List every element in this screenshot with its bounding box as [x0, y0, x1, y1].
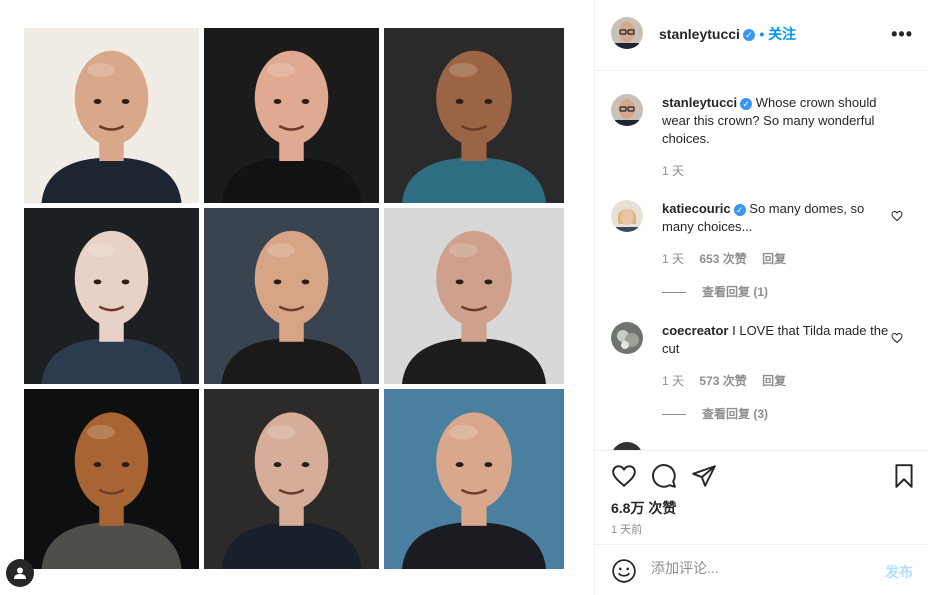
comment-body: katiecouric ✓ So many domes, so many choi…: [662, 200, 892, 236]
photo-ll-cool-j: [24, 389, 199, 569]
view-replies-button[interactable]: 查看回复 (3): [662, 405, 768, 422]
save-bookmark-icon[interactable]: [891, 463, 917, 489]
post-actions: 6.8万 次赞 1 天前: [595, 450, 928, 545]
comment-input[interactable]: [651, 560, 871, 576]
post-media[interactable]: [0, 0, 594, 595]
comment-likes[interactable]: 653 次赞: [699, 252, 746, 266]
author-line: stanleytucci ✓ • 关注: [659, 24, 796, 44]
avatar-image: [611, 200, 643, 232]
portrait-image: [24, 208, 199, 384]
author-username[interactable]: stanleytucci: [659, 26, 740, 42]
verified-badge-icon: ✓: [740, 97, 753, 110]
caption-meta: 1 天: [662, 162, 696, 179]
like-heart-icon[interactable]: [611, 463, 637, 489]
comment-avatar[interactable]: [611, 200, 643, 232]
portrait-image: [384, 389, 564, 569]
photo-jason-statham: [204, 208, 379, 384]
photo-patrick-stewart: [384, 208, 564, 384]
portrait-image: [24, 389, 199, 569]
view-replies-button[interactable]: 查看回复 (1): [662, 283, 768, 300]
comment-meta: 1 天 653 次赞 回复: [662, 250, 798, 267]
tagged-users-button[interactable]: [6, 559, 34, 587]
emoji-icon[interactable]: [611, 558, 637, 584]
comment-time[interactable]: 1 天: [662, 252, 684, 266]
add-comment-bar: 发布: [595, 544, 928, 595]
avatar-image: [611, 322, 643, 354]
caption-time[interactable]: 1 天: [662, 164, 684, 178]
post-header: stanleytucci ✓ • 关注 •••: [595, 0, 928, 71]
verified-badge-icon: ✓: [733, 203, 746, 216]
verified-badge-icon: ✓: [742, 28, 755, 41]
comment-avatar[interactable]: [611, 442, 643, 450]
post-side-panel: stanleytucci ✓ • 关注 ••• stanleytucci ✓ Who…: [594, 0, 928, 595]
share-paper-plane-icon[interactable]: [691, 463, 717, 489]
author-avatar[interactable]: [611, 17, 643, 49]
photo-grid: [24, 28, 564, 569]
divider-line: [662, 414, 686, 416]
portrait-image: [204, 389, 379, 569]
avatar-image: [611, 94, 643, 126]
comment-body: coecreator I LOVE that Tilda made the cu…: [662, 322, 892, 358]
post-date[interactable]: 1 天前: [611, 521, 642, 537]
caption: stanleytucci ✓ Whose crown should wear th…: [662, 94, 892, 148]
more-options-icon[interactable]: •••: [891, 24, 913, 45]
comment-username[interactable]: coecreator: [662, 323, 728, 338]
portrait-image: [24, 28, 199, 203]
comment-avatar[interactable]: [611, 322, 643, 354]
view-replies-label: 查看回复 (3): [702, 407, 769, 421]
photo-dwayne-johnson: [384, 28, 564, 203]
photo-ryan-reynolds: [384, 389, 564, 569]
view-replies-label: 查看回复 (1): [702, 285, 769, 299]
portrait-image: [384, 208, 564, 384]
post-comment-button[interactable]: 发布: [885, 562, 913, 582]
avatar-image: [611, 17, 643, 49]
portrait-image: [204, 28, 379, 203]
reply-button[interactable]: 回复: [762, 374, 786, 388]
user-icon: [14, 567, 26, 579]
photo-mark-strong: [204, 389, 379, 569]
comments-list[interactable]: stanleytucci ✓ Whose crown should wear th…: [595, 72, 928, 450]
like-comment-heart-icon[interactable]: [891, 210, 903, 222]
comment-likes[interactable]: 573 次赞: [699, 374, 746, 388]
comment-time[interactable]: 1 天: [662, 374, 684, 388]
comment-meta: 1 天 573 次赞 回复: [662, 372, 798, 389]
caption-avatar[interactable]: [611, 94, 643, 126]
comment-bubble-icon[interactable]: [651, 463, 677, 489]
portrait-image: [204, 208, 379, 384]
photo-bruce-willis: [204, 28, 379, 203]
follow-button[interactable]: • 关注: [759, 26, 796, 42]
reply-button[interactable]: 回复: [762, 252, 786, 266]
portrait-image: [384, 28, 564, 203]
caption-username[interactable]: stanleytucci: [662, 95, 737, 110]
like-comment-heart-icon[interactable]: [891, 332, 903, 344]
likes-count[interactable]: 6.8万 次赞: [611, 498, 676, 518]
photo-stanley-tucci: [24, 28, 199, 203]
photo-tilda-swinton: [24, 208, 199, 384]
divider-line: [662, 292, 686, 294]
comment-username[interactable]: katiecouric: [662, 201, 731, 216]
